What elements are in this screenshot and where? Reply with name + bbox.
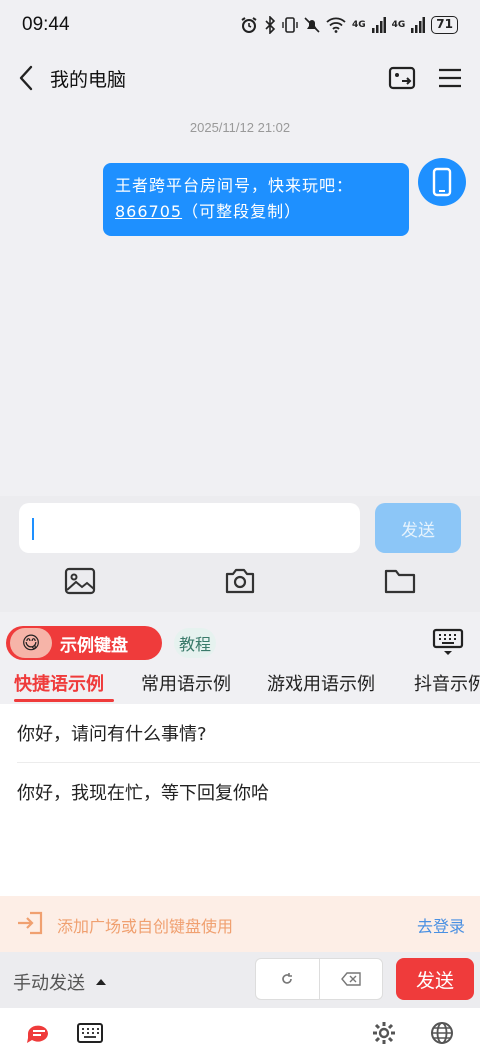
login-link[interactable]: 去登录 — [417, 913, 465, 937]
alarm-icon — [241, 17, 257, 33]
folder-icon[interactable] — [383, 566, 417, 596]
send-button[interactable]: 发送 — [375, 503, 461, 553]
tab-game-phrases[interactable]: 游戏用语示例 — [267, 670, 375, 696]
mute-bell-icon — [304, 17, 320, 33]
example-keyboard-badge[interactable]: 😋 示例键盘 — [6, 626, 162, 660]
undo-button[interactable] — [256, 959, 319, 999]
signal-icon-2 — [411, 17, 426, 33]
message-timestamp: 2025/11/12 21:02 — [189, 120, 291, 135]
keyboard-bottom-nav — [0, 1008, 480, 1058]
login-arrow-icon — [18, 911, 43, 935]
composer: 发送 — [0, 496, 480, 612]
camera-icon[interactable] — [223, 566, 257, 596]
menu-icon[interactable] — [438, 68, 462, 88]
phrase-list: 你好，请问有什么事情? 你好，我现在忙，等下回复你哈 — [0, 704, 480, 896]
keyboard-icon[interactable] — [76, 1020, 104, 1046]
keyboard-footer: 手动发送 发送 — [0, 952, 480, 1008]
login-banner: 添加广场或自创键盘使用 去登录 — [0, 896, 480, 952]
wifi-icon — [326, 17, 346, 33]
tutorial-button[interactable]: 教程 — [174, 628, 217, 658]
network-label-2: 4G — [391, 20, 406, 30]
manual-send-label: 手动发送 — [13, 973, 85, 994]
back-button[interactable] — [18, 63, 42, 93]
category-tabs: 快捷语示例 常用语示例 游戏用语示例 抖音示例 — [0, 668, 480, 704]
tab-common-phrases[interactable]: 常用语示例 — [141, 670, 231, 696]
message-bubble[interactable]: 王者跨平台房间号，快来玩吧： 866705（可整段复制） — [103, 163, 409, 236]
keyboard-send-button[interactable]: 发送 — [396, 958, 474, 1000]
status-icons: 4G 4G 71 — [240, 16, 458, 34]
globe-icon[interactable] — [428, 1020, 456, 1046]
battery-indicator: 71 — [431, 16, 458, 34]
message-input[interactable] — [19, 503, 360, 553]
network-label-1: 4G — [351, 20, 366, 30]
example-keyboard-label: 示例键盘 — [60, 635, 128, 656]
hide-keyboard-icon[interactable] — [432, 628, 464, 658]
list-item[interactable]: 你好，请问有什么事情? — [0, 704, 480, 762]
nav-bar: 我的电脑 — [0, 50, 480, 106]
list-item[interactable]: 你好，我现在忙，等下回复你哈 — [0, 763, 480, 821]
phone-device-icon — [432, 167, 452, 197]
emoji-icon: 😋 — [10, 628, 52, 658]
login-banner-text: 添加广场或自创键盘使用 — [57, 917, 234, 936]
active-tab-indicator — [14, 699, 114, 702]
message-text: 王者跨平台房间号，快来玩吧： — [115, 176, 354, 195]
room-code-link[interactable]: 866705 — [115, 202, 182, 221]
settings-icon[interactable] — [370, 1020, 398, 1046]
chat-area: 2025/11/12 21:02 王者跨平台房间号，快来玩吧： 866705（可… — [0, 106, 480, 496]
page-title: 我的电脑 — [50, 68, 127, 91]
phrase-list-icon[interactable] — [24, 1020, 52, 1046]
status-bar: 09:44 4G 4G 71 — [0, 0, 480, 50]
chevron-left-icon — [19, 65, 33, 91]
undo-icon — [282, 973, 293, 984]
text-caret — [32, 518, 34, 540]
image-transfer-icon[interactable] — [388, 65, 416, 91]
caret-up-icon — [96, 979, 106, 985]
message-suffix: （可整段复制） — [182, 202, 302, 221]
attachment-toolbar — [0, 566, 480, 600]
vibrate-icon — [282, 17, 298, 33]
nav-actions — [388, 65, 462, 91]
avatar[interactable] — [418, 158, 466, 206]
keyboard-header: 😋 示例键盘 教程 快捷语示例 常用语示例 游戏用语示例 抖音示例 — [0, 612, 480, 704]
image-icon[interactable] — [63, 566, 97, 596]
backspace-icon — [340, 972, 361, 986]
tab-quick-phrases[interactable]: 快捷语示例 — [14, 670, 104, 696]
bluetooth-icon — [265, 16, 276, 34]
backspace-button[interactable] — [318, 959, 383, 999]
signal-icon-1 — [371, 17, 386, 33]
tab-douyin-examples[interactable]: 抖音示例 — [414, 670, 480, 696]
manual-send-toggle[interactable]: 手动发送 — [13, 969, 107, 995]
edit-controls — [255, 958, 383, 1000]
status-time: 09:44 — [22, 14, 70, 35]
